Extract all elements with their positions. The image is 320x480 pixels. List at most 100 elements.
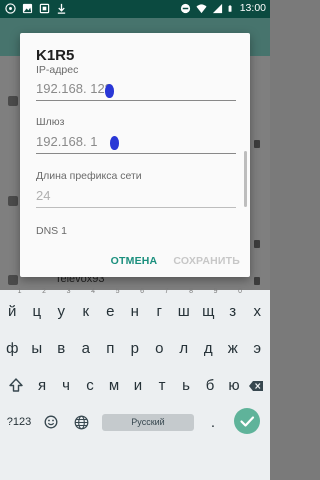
key-hint: 8 bbox=[189, 288, 193, 295]
background-wifi-icon bbox=[8, 275, 18, 285]
background-wifi-icon bbox=[8, 196, 18, 206]
key-label: й bbox=[8, 303, 17, 320]
key-hint: 6 bbox=[140, 288, 144, 295]
key[interactable]: ж bbox=[221, 333, 246, 364]
backspace-icon bbox=[249, 381, 263, 391]
gateway-label: Шлюз bbox=[36, 116, 65, 128]
checkmark-icon bbox=[240, 416, 255, 427]
dns1-label: DNS 1 bbox=[36, 225, 67, 237]
key[interactable]: д bbox=[196, 333, 221, 364]
key[interactable]: ц2 bbox=[25, 288, 50, 327]
soft-keyboard: й1 ц2 у3 к4 е5 н6 г7 ш8 щ9 з0 х ф ы в а … bbox=[0, 288, 270, 480]
key[interactable]: п bbox=[98, 333, 123, 364]
globe-icon bbox=[74, 415, 88, 430]
key[interactable]: ф bbox=[0, 333, 25, 364]
key[interactable]: ь bbox=[174, 370, 198, 401]
background-lock-icon bbox=[254, 240, 260, 248]
shift-key[interactable] bbox=[2, 370, 30, 401]
prefix-length-input[interactable]: 24 bbox=[36, 184, 236, 208]
key[interactable]: а bbox=[74, 333, 99, 364]
emoji-key[interactable] bbox=[38, 407, 64, 438]
key[interactable]: к4 bbox=[74, 288, 99, 327]
key-hint: 9 bbox=[213, 288, 218, 295]
symbols-key[interactable]: ?123 bbox=[2, 407, 36, 438]
dialog-form: IP-адрес 192.168. 128 Шлюз 192.168. 1 Дл… bbox=[36, 64, 242, 239]
battery-icon bbox=[228, 4, 232, 12]
enter-key[interactable] bbox=[234, 408, 260, 434]
key[interactable]: р bbox=[123, 333, 148, 364]
key[interactable]: я bbox=[30, 370, 54, 401]
key-label: ш bbox=[177, 303, 190, 320]
key[interactable]: ю bbox=[222, 370, 246, 401]
key[interactable]: х bbox=[245, 296, 270, 327]
dialog-scrollbar[interactable] bbox=[244, 151, 247, 207]
key[interactable]: т bbox=[150, 370, 174, 401]
screenshot-icon bbox=[39, 3, 50, 14]
notification-icons bbox=[5, 3, 67, 14]
key[interactable]: л bbox=[172, 333, 197, 364]
status-bar: 13:00 bbox=[0, 0, 270, 18]
static-ip-dialog: K1R5 IP-адрес 192.168. 128 Шлюз 192.168.… bbox=[20, 33, 250, 277]
key[interactable]: ы bbox=[25, 333, 50, 364]
key[interactable]: э bbox=[245, 333, 270, 364]
prefix-length-label: Длина префикса сети bbox=[36, 170, 142, 182]
key[interactable]: б bbox=[198, 370, 222, 401]
key[interactable]: у3 bbox=[49, 288, 74, 327]
key-label: н bbox=[130, 303, 139, 320]
key[interactable]: о bbox=[147, 333, 172, 364]
key-hint: 2 bbox=[42, 288, 46, 295]
shift-icon bbox=[9, 378, 23, 392]
key-hint: 3 bbox=[66, 288, 71, 295]
key-hint: 5 bbox=[115, 288, 120, 295]
key-label: е bbox=[106, 303, 115, 320]
language-key[interactable] bbox=[68, 407, 94, 438]
key-label: з bbox=[229, 303, 237, 320]
key-hint: 0 bbox=[238, 288, 242, 295]
key[interactable]: и bbox=[126, 370, 150, 401]
key[interactable]: с bbox=[78, 370, 102, 401]
keyboard-row-4: ?123 Русский . bbox=[0, 404, 270, 448]
key[interactable]: щ9 bbox=[196, 288, 221, 327]
cancel-button[interactable]: ОТМЕНА bbox=[111, 255, 158, 267]
ip-address-input[interactable]: 192.168. 128 bbox=[36, 77, 236, 101]
key[interactable]: ч bbox=[54, 370, 78, 401]
clock: 13:00 bbox=[239, 2, 266, 14]
key[interactable]: м bbox=[102, 370, 126, 401]
background-wifi-icon bbox=[8, 96, 18, 106]
key[interactable]: з0 bbox=[221, 288, 246, 327]
emoji-icon bbox=[44, 415, 58, 429]
background-lock-icon bbox=[254, 140, 260, 148]
save-button[interactable]: СОХРАНИТЬ bbox=[173, 255, 240, 267]
download-icon bbox=[57, 3, 66, 14]
ip-address-label: IP-адрес bbox=[36, 64, 79, 76]
key-hint: 1 bbox=[17, 288, 22, 295]
space-key[interactable]: Русский bbox=[102, 414, 194, 431]
key[interactable]: г7 bbox=[147, 288, 172, 327]
signal-icon bbox=[212, 3, 222, 13]
gateway-input[interactable]: 192.168. 1 bbox=[36, 130, 236, 154]
keyboard-row-1: й1 ц2 у3 к4 е5 н6 г7 ш8 щ9 з0 х bbox=[0, 288, 270, 330]
redaction-mark bbox=[110, 136, 119, 150]
key-label: к bbox=[82, 303, 90, 320]
key[interactable]: е5 bbox=[98, 288, 123, 327]
key[interactable]: ш8 bbox=[172, 288, 197, 327]
key-label: г bbox=[156, 303, 162, 320]
whatsapp-icon bbox=[5, 3, 16, 14]
dialog-title: K1R5 bbox=[36, 47, 75, 64]
key[interactable]: н6 bbox=[123, 288, 148, 327]
key-label: у bbox=[57, 303, 66, 320]
dialog-actions: ОТМЕНА СОХРАНИТЬ bbox=[111, 255, 240, 267]
key-hint: 7 bbox=[164, 288, 169, 295]
key-label: щ bbox=[202, 303, 215, 320]
key[interactable]: в bbox=[49, 333, 74, 364]
system-icons: 13:00 bbox=[180, 2, 266, 14]
image-icon bbox=[22, 3, 33, 14]
key[interactable]: й1 bbox=[0, 288, 25, 327]
background-lock-icon bbox=[254, 277, 260, 285]
keyboard-row-2: ф ы в а п р о л д ж э bbox=[0, 330, 270, 367]
key-hint: 4 bbox=[91, 288, 95, 295]
period-key[interactable]: . bbox=[200, 407, 226, 438]
backspace-key[interactable] bbox=[244, 370, 268, 401]
redaction-mark bbox=[105, 84, 114, 98]
key-label: х bbox=[253, 303, 262, 320]
